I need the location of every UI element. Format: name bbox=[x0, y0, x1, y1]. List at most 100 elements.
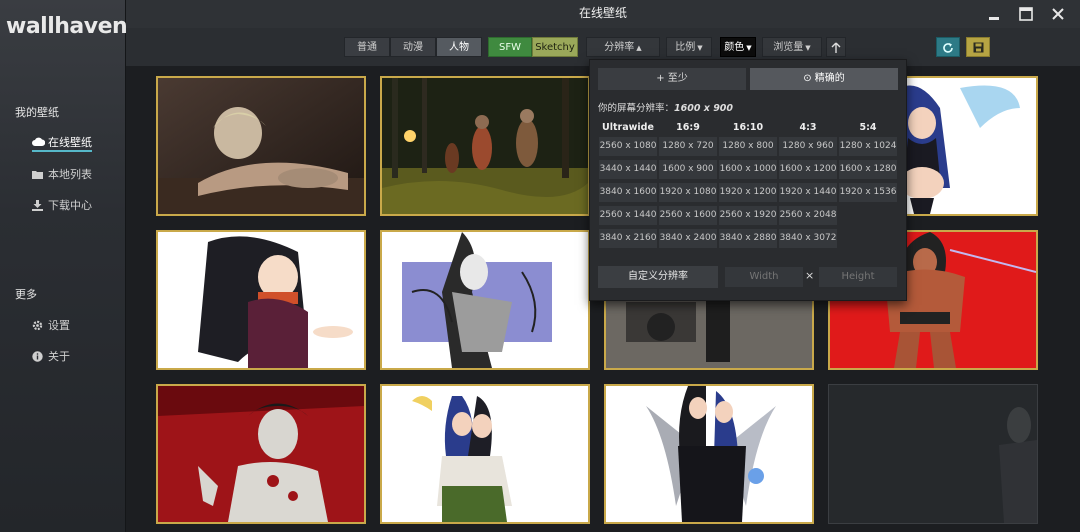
sidebar: wallhaven 我的壁纸 在线壁纸 本地列表 下载中心 更多 设置 关于 bbox=[0, 0, 128, 532]
purity-sfw-button[interactable]: SFW bbox=[488, 37, 532, 57]
column-header-ultrawide: Ultrawide bbox=[602, 122, 654, 133]
category-anime-button[interactable]: 动漫 bbox=[390, 37, 436, 57]
color-label: 颜色 bbox=[724, 42, 745, 53]
save-icon bbox=[973, 42, 983, 53]
column-header-16-9: 16:9 bbox=[676, 122, 700, 133]
caret-down-icon: ▼ bbox=[805, 44, 811, 52]
sidebar-item-label: 在线壁纸 bbox=[48, 135, 92, 149]
resolution-option[interactable]: 1600 x 1000 bbox=[719, 160, 777, 179]
category-people-button[interactable]: 人物 bbox=[436, 37, 482, 57]
wallpaper-thumbnail[interactable] bbox=[156, 384, 366, 524]
column-header-5-4: 5:4 bbox=[859, 122, 877, 133]
wallpaper-thumbnail[interactable] bbox=[156, 230, 366, 370]
sort-direction-button[interactable] bbox=[826, 37, 846, 57]
ratio-dropdown[interactable]: 比例 ▼ bbox=[666, 37, 712, 57]
maximize-icon[interactable] bbox=[1018, 6, 1034, 22]
wallpaper-image bbox=[829, 385, 1037, 523]
category-general-button[interactable]: 普通 bbox=[344, 37, 390, 57]
sidebar-item-download-center[interactable]: 下载中心 bbox=[32, 196, 92, 214]
mode-exact-tab[interactable]: ⊙ 精确的 bbox=[750, 68, 898, 90]
arrow-up-icon bbox=[831, 42, 841, 53]
purity-sketchy-button[interactable]: Sketchy bbox=[532, 37, 578, 57]
resolution-option[interactable]: 3840 x 2160 bbox=[599, 229, 657, 248]
sort-dropdown[interactable]: 浏览量 ▼ bbox=[762, 37, 822, 57]
info-icon bbox=[32, 350, 45, 362]
resolution-option[interactable]: 1280 x 800 bbox=[719, 137, 777, 156]
resolution-option[interactable]: 1600 x 1200 bbox=[779, 160, 837, 179]
title-bar: 在线壁纸 bbox=[126, 0, 1080, 28]
gear-icon bbox=[32, 320, 45, 331]
resolution-option[interactable]: 1920 x 1440 bbox=[779, 183, 837, 202]
resolution-option[interactable]: 2560 x 1080 bbox=[599, 137, 657, 156]
column-header-16-10: 16:10 bbox=[732, 122, 764, 133]
resolution-label: 分辨率 bbox=[604, 42, 635, 53]
minimize-icon[interactable] bbox=[986, 6, 1002, 22]
column-header-4-3: 4:3 bbox=[799, 122, 817, 133]
caret-down-icon: ▼ bbox=[697, 44, 703, 52]
wallpaper-image bbox=[382, 386, 588, 522]
download-icon bbox=[32, 199, 45, 211]
sidebar-item-about[interactable]: 关于 bbox=[32, 347, 70, 365]
mode-at-least-tab[interactable]: + 至少 bbox=[598, 68, 746, 90]
resolution-dropdown[interactable]: 分辨率 ▲ bbox=[586, 37, 660, 57]
resolution-option[interactable]: 2560 x 1600 bbox=[659, 206, 717, 225]
screen-resolution-value: 1600 x 900 bbox=[674, 103, 734, 114]
resolution-option[interactable]: 1600 x 900 bbox=[659, 160, 717, 179]
resolution-option[interactable]: 1280 x 720 bbox=[659, 137, 717, 156]
resolution-option[interactable]: 1920 x 1536 bbox=[839, 183, 897, 202]
wallpaper-thumbnail[interactable] bbox=[156, 76, 366, 216]
sidebar-item-local-list[interactable]: 本地列表 bbox=[32, 165, 92, 183]
resolution-option[interactable]: 3840 x 3072 bbox=[779, 229, 837, 248]
sort-label: 浏览量 bbox=[773, 42, 804, 53]
wallpaper-image bbox=[606, 386, 812, 522]
resolution-panel: + 至少 ⊙ 精确的 你的屏幕分辨率：1600 x 900 Ultrawide … bbox=[589, 59, 907, 301]
wallpaper-image bbox=[158, 78, 364, 214]
sidebar-item-settings[interactable]: 设置 bbox=[32, 316, 70, 334]
resolution-option[interactable]: 1280 x 960 bbox=[779, 137, 837, 156]
resolution-option[interactable]: 1280 x 1024 bbox=[839, 137, 897, 156]
refresh-button[interactable] bbox=[936, 37, 960, 57]
sidebar-item-label: 本地列表 bbox=[48, 168, 92, 181]
save-button[interactable] bbox=[966, 37, 990, 57]
wallpaper-image bbox=[382, 232, 588, 368]
resolution-option[interactable]: 2560 x 2048 bbox=[779, 206, 837, 225]
sidebar-item-online-wallpapers[interactable]: 在线壁纸 bbox=[32, 134, 92, 152]
wallpaper-image bbox=[158, 386, 364, 522]
wallpaper-thumbnail[interactable] bbox=[380, 384, 590, 524]
wallpaper-thumbnail[interactable] bbox=[604, 384, 814, 524]
custom-resolution-label: 自定义分辨率 bbox=[598, 266, 718, 288]
wallpaper-thumbnail[interactable] bbox=[380, 76, 590, 216]
wallpaper-thumbnail-loading[interactable] bbox=[828, 384, 1038, 524]
resolution-option[interactable]: 3840 x 2400 bbox=[659, 229, 717, 248]
sidebar-section-my-wallpapers: 我的壁纸 bbox=[15, 106, 59, 119]
sidebar-section-more: 更多 bbox=[15, 288, 37, 301]
window-title: 在线壁纸 bbox=[578, 6, 627, 20]
custom-resolution-row: 自定义分辨率 × bbox=[598, 266, 898, 288]
sidebar-item-label: 下载中心 bbox=[48, 199, 92, 212]
resolution-option[interactable]: 3840 x 1600 bbox=[599, 183, 657, 202]
ratio-label: 比例 bbox=[675, 42, 696, 53]
custom-height-input[interactable] bbox=[818, 266, 898, 288]
caret-up-icon: ▲ bbox=[636, 44, 642, 52]
screen-resolution-prefix: 你的屏幕分辨率： bbox=[598, 103, 675, 114]
resolution-option[interactable]: 3440 x 1440 bbox=[599, 160, 657, 179]
resolution-option[interactable]: 1920 x 1200 bbox=[719, 183, 777, 202]
custom-width-input[interactable] bbox=[724, 266, 804, 288]
close-icon[interactable] bbox=[1050, 6, 1066, 22]
resolution-option[interactable]: 2560 x 1440 bbox=[599, 206, 657, 225]
folder-icon bbox=[32, 170, 45, 179]
screen-resolution-info: 你的屏幕分辨率：1600 x 900 bbox=[598, 100, 733, 114]
resolution-option[interactable]: 1920 x 1080 bbox=[659, 183, 717, 202]
sidebar-item-label: 关于 bbox=[48, 350, 70, 363]
app-logo: wallhaven bbox=[6, 14, 128, 39]
wallpaper-image bbox=[158, 232, 364, 368]
wallpaper-thumbnail[interactable] bbox=[380, 230, 590, 370]
cloud-icon bbox=[32, 137, 45, 146]
resolution-option[interactable]: 2560 x 1920 bbox=[719, 206, 777, 225]
wallpaper-image bbox=[382, 78, 588, 214]
times-symbol: × bbox=[805, 269, 815, 282]
color-dropdown[interactable]: 颜色 ▼ bbox=[720, 37, 756, 57]
refresh-icon bbox=[943, 43, 953, 53]
resolution-option[interactable]: 3840 x 2880 bbox=[719, 229, 777, 248]
resolution-option[interactable]: 1600 x 1280 bbox=[839, 160, 897, 179]
